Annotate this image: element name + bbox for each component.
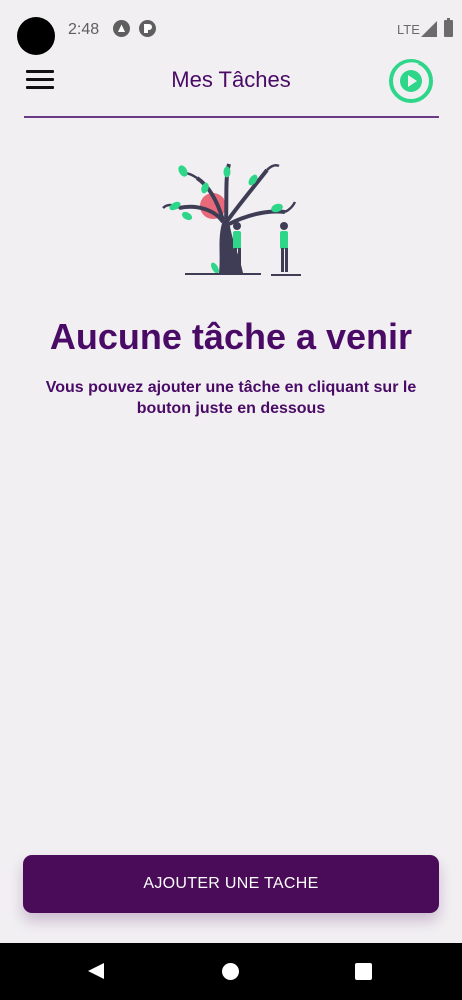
camera-cutout — [17, 17, 55, 55]
status-time: 2:48 — [68, 21, 100, 38]
home-icon[interactable] — [222, 963, 239, 980]
app-notification-icon — [139, 20, 156, 37]
play-circle-icon[interactable] — [388, 58, 434, 104]
recents-icon[interactable] — [355, 963, 372, 980]
empty-state-illustration — [162, 163, 301, 276]
network-type: LTE — [397, 22, 420, 37]
navigation-bar — [0, 943, 462, 1000]
back-icon[interactable] — [88, 963, 104, 979]
empty-state-title: Aucune tâche a venir — [49, 316, 413, 357]
signal-icon — [421, 21, 437, 37]
react-dev-icon — [113, 20, 130, 37]
battery-icon — [444, 18, 453, 37]
add-task-button[interactable]: AJOUTER UNE TACHE — [23, 855, 439, 913]
status-bar: 2:48 LTE — [0, 0, 462, 58]
empty-state-subtitle: Vous pouvez ajouter une tâche en cliquan… — [45, 379, 417, 417]
header-divider — [24, 116, 439, 118]
